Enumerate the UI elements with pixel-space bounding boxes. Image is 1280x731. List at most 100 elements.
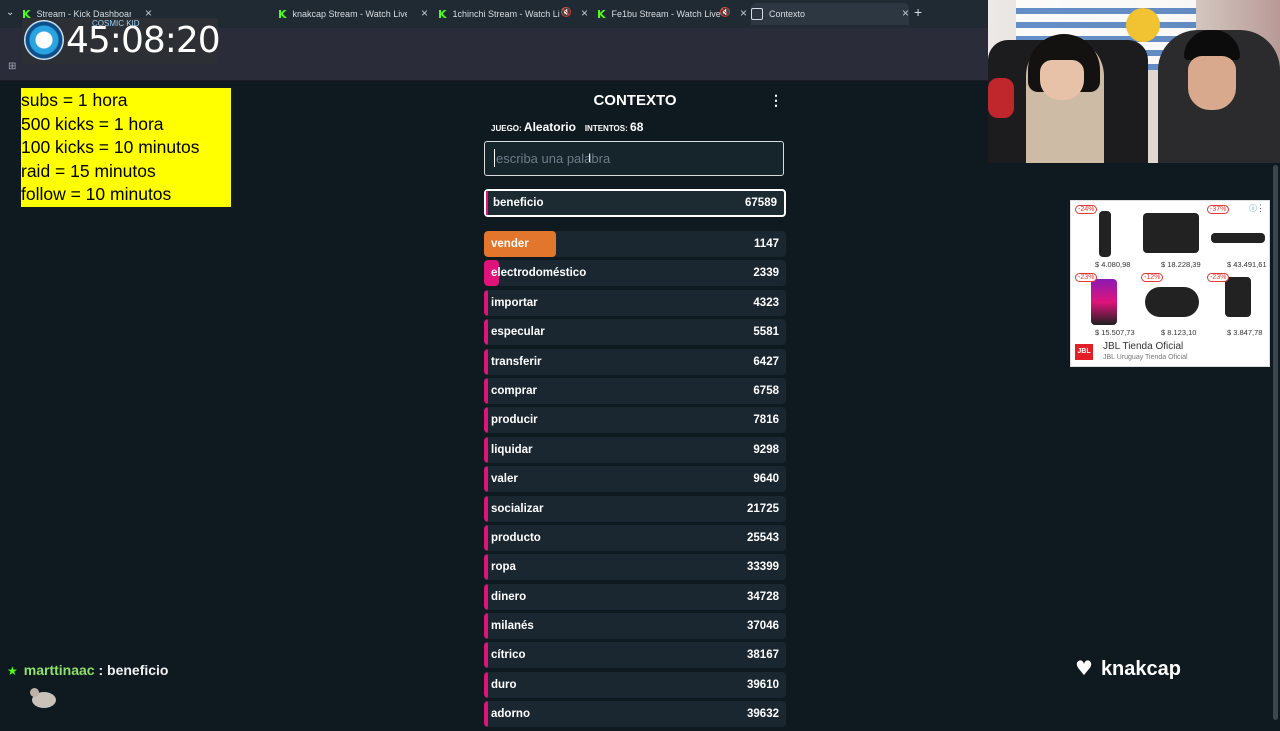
ad-product[interactable]: -23% $ 15.507,73: [1073, 271, 1137, 337]
close-tab-icon[interactable]: ×: [421, 6, 428, 20]
guess-word: cítrico: [491, 649, 526, 662]
kick-favicon-icon: K: [597, 7, 606, 21]
guess-word: ropa: [491, 561, 516, 574]
guess-proximity-bar: [484, 613, 488, 640]
product-image: [1091, 279, 1117, 325]
follow-alert: ♥ knakcap: [1075, 656, 1181, 681]
current-guess-score: 67589: [745, 197, 777, 209]
guess-proximity-bar: [484, 377, 488, 404]
guess-score: 38167: [747, 649, 779, 662]
guess-proximity-bar: [484, 495, 488, 522]
guess-row: producir 7816: [484, 407, 786, 434]
guess-row: importar 4323: [484, 289, 786, 316]
subathon-rules: subs = 1 hora 500 kicks = 1 hora 100 kic…: [21, 88, 231, 207]
ad-product[interactable]: $ 18.228,39: [1139, 203, 1203, 269]
guess-row: transferir 6427: [484, 348, 786, 375]
close-tab-icon[interactable]: ×: [740, 6, 747, 20]
muted-icon[interactable]: 🔇: [561, 7, 572, 18]
ad-product[interactable]: -23% $ 3.847,78: [1205, 271, 1269, 337]
guess-score: 2339: [753, 267, 779, 280]
guess-row: ropa 33399: [484, 554, 786, 581]
more-options-icon[interactable]: ⋮: [769, 92, 783, 109]
guess-proximity-bar: [484, 642, 488, 669]
browser-tab[interactable]: K 1chinchi Stream - Watch Li 🔇 ×: [438, 3, 588, 25]
guess-list: vender 1147 electrodoméstico 2339 importar 43…: [484, 231, 786, 731]
discount-badge: -23%: [1207, 273, 1230, 282]
guess-score: 6758: [753, 384, 779, 397]
guess-row: liquidar 9298: [484, 436, 786, 463]
guess-word: adorno: [491, 708, 530, 721]
product-image: [1099, 211, 1111, 257]
guess-word: duro: [491, 678, 517, 691]
browser-tab[interactable]: K Fe1bu Stream - Watch Live 🔇 ×: [597, 3, 747, 25]
guess-word: valer: [491, 473, 518, 486]
apps-grid-icon[interactable]: ⊞: [8, 61, 16, 72]
guess-score: 39632: [747, 708, 779, 721]
new-tab-button[interactable]: +: [914, 4, 922, 20]
chat-text: beneficio: [107, 662, 169, 678]
product-price: $ 43.491,61: [1227, 260, 1267, 269]
word-input[interactable]: [485, 142, 787, 174]
ad-product[interactable]: -37% $ 43.491,61: [1205, 203, 1269, 269]
webcam-feed: [988, 0, 1280, 163]
rule-line: follow = 10 minutos: [21, 184, 172, 205]
mouse-cursor-icon: I: [588, 151, 592, 165]
word-input-box[interactable]: [484, 141, 787, 176]
product-price: $ 8.123,10: [1161, 328, 1197, 337]
discount-badge: -37%: [1207, 205, 1230, 214]
guess-row: socializar 21725: [484, 495, 786, 522]
guess-proximity-bar: [484, 466, 488, 493]
guess-proximity-bar: [484, 289, 488, 316]
guess-word: vender: [491, 238, 529, 250]
guess-score: 37046: [747, 620, 779, 633]
product-price: $ 4.080,98: [1095, 260, 1131, 269]
guess-score: 7816: [753, 414, 779, 427]
ad-title[interactable]: JBL Tienda Oficial: [1103, 341, 1183, 352]
guess-row: adorno 39632: [484, 701, 786, 728]
guess-proximity-bar: [484, 701, 488, 728]
intentos-label: INTENTOS:: [584, 124, 628, 133]
discount-badge: -23%: [1075, 273, 1098, 282]
contexto-favicon-icon: [751, 8, 763, 20]
chevron-down-icon[interactable]: ⌄: [6, 7, 14, 18]
chat-username: marttinaac: [23, 662, 95, 678]
muted-icon[interactable]: 🔇: [720, 7, 731, 18]
product-image: [1211, 233, 1265, 243]
rule-line: 100 kicks = 10 minutos: [21, 137, 200, 158]
guess-row: valer 9640: [484, 466, 786, 493]
close-tab-icon[interactable]: ×: [581, 6, 588, 20]
product-price: $ 15.507,73: [1095, 328, 1135, 337]
juego-value: Aleatorio: [523, 120, 576, 134]
scrollbar[interactable]: [1273, 165, 1278, 720]
jbl-logo: JBL: [1075, 344, 1093, 360]
guess-score: 6427: [753, 355, 779, 368]
product-price: $ 18.228,39: [1161, 260, 1201, 269]
guess-row: milanés 37046: [484, 613, 786, 640]
chat-separator: :: [94, 662, 108, 678]
rule-line: subs = 1 hora: [21, 90, 128, 110]
star-icon: ★: [7, 664, 18, 678]
guess-row: vender 1147: [484, 231, 786, 257]
guess-score: 21725: [747, 502, 779, 515]
timer-time: 45:08:20: [66, 20, 221, 61]
ad-product[interactable]: -24% $ 4.080,98: [1073, 203, 1137, 269]
guess-row: cítrico 38167: [484, 642, 786, 669]
guess-word: dinero: [491, 590, 527, 603]
tab-label: knakcap Stream - Watch Live o: [292, 9, 407, 19]
guess-score: 34728: [747, 590, 779, 603]
ad-banner[interactable]: ⓘ ⋮ -24% $ 4.080,98 $ 18.228,39 -37% $ 43.49…: [1070, 200, 1270, 367]
guess-proximity-bar: [484, 348, 488, 375]
text-caret: [494, 149, 495, 167]
ad-product[interactable]: -12% $ 8.123,10: [1139, 271, 1203, 337]
browser-tab[interactable]: Kknakcap Stream - Watch Live o ×: [278, 3, 428, 25]
guess-row: comprar 6758: [484, 377, 786, 404]
close-tab-icon[interactable]: ×: [902, 6, 909, 20]
guess-proximity-bar: [484, 436, 488, 463]
guess-score: 4323: [753, 296, 779, 309]
discount-badge: -12%: [1141, 273, 1164, 282]
game-meta: JUEGO: Aleatorio INTENTOS: 68: [491, 120, 643, 134]
guess-word: producto: [491, 531, 541, 544]
browser-tab[interactable]: Contexto ×: [751, 3, 909, 25]
guess-proximity-bar: [484, 554, 488, 581]
kick-favicon-icon: K: [438, 7, 447, 21]
